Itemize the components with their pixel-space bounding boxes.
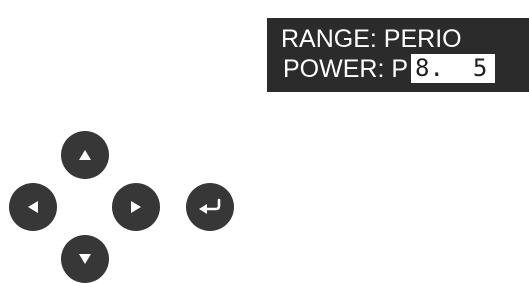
enter-return-icon (199, 198, 221, 214)
triangle-left-icon (28, 201, 38, 213)
enter-button[interactable] (186, 183, 234, 231)
range-label: RANGE: PERIO (281, 25, 462, 53)
triangle-right-icon (131, 201, 141, 213)
triangle-down-icon (79, 254, 91, 264)
right-button[interactable] (112, 183, 160, 231)
power-value-field: 8. 5 (411, 54, 496, 83)
up-button[interactable] (61, 131, 109, 179)
lcd-display: RANGE: PERIO POWER: P 8. 5 (267, 18, 529, 92)
power-row: POWER: P 8. 5 (283, 54, 496, 84)
triangle-up-icon (79, 150, 91, 160)
power-label: POWER: P (283, 55, 409, 83)
left-button[interactable] (9, 183, 57, 231)
